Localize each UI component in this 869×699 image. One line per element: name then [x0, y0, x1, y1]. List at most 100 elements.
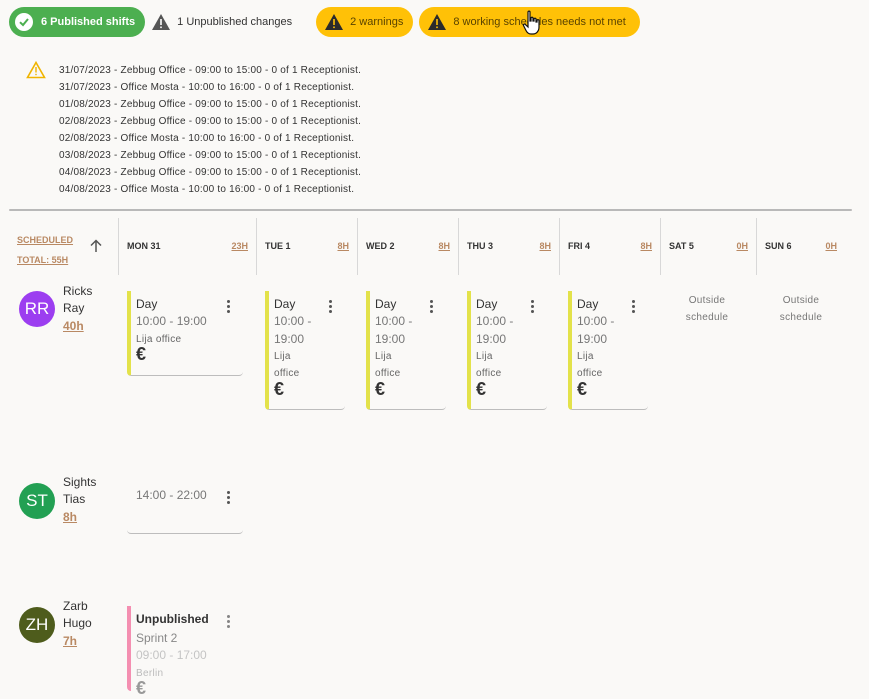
shift-time-start: 10:00 -	[274, 314, 312, 328]
shift-time-end: 19:00	[476, 332, 507, 346]
warning-item: 01/08/2023 - Zebbug Office - 09:00 to 15…	[59, 99, 362, 110]
shift-card[interactable]: Day 10:00 - 19:00 Lija office €	[366, 291, 446, 410]
published-shifts-label: 6 Published shifts	[41, 16, 136, 28]
day-label: WED 2	[366, 241, 395, 251]
more-vert-icon[interactable]	[227, 300, 231, 314]
shift-location: Lija	[375, 351, 392, 362]
day-header-sat[interactable]: SAT 5 0H	[660, 218, 756, 275]
warning-icon	[152, 14, 171, 30]
outside-schedule-sun: Outside schedule	[766, 292, 836, 326]
unpublished-status: Unpublished	[136, 612, 209, 626]
more-vert-icon[interactable]	[227, 491, 231, 505]
check-icon	[15, 13, 33, 31]
warnings-label: 2 warnings	[350, 16, 404, 28]
shift-card[interactable]: Day 10:00 - 19:00 Lija office €	[127, 291, 243, 376]
total-hours-link[interactable]: TOTAL: 55H	[17, 250, 73, 270]
status-bar: 6 Published shifts 1 Unpublished changes…	[9, 7, 646, 37]
day-hours[interactable]: 8H	[337, 241, 349, 251]
day-hours[interactable]: 8H	[539, 241, 551, 251]
day-header-wed[interactable]: WED 2 8H	[357, 218, 458, 275]
employee-name: Ricks Ray	[63, 284, 93, 315]
more-vert-icon[interactable]	[430, 300, 434, 314]
schedule-header: SCHEDULED TOTAL: 55H MON 31 23H TUE 1 8H…	[0, 218, 869, 276]
employee-name: Zarb Hugo	[63, 599, 92, 630]
shift-time-end: 19:00	[577, 332, 608, 346]
shift-time: 09:00 - 17:00	[136, 648, 207, 662]
shift-time-end: 19:00	[274, 332, 305, 346]
shift-time-start: 10:00 -	[476, 314, 514, 328]
shift-title: Day	[476, 297, 498, 311]
day-label: TUE 1	[265, 241, 291, 251]
unpublished-changes-label: 1 Unpublished changes	[177, 16, 293, 28]
day-header-sun[interactable]: SUN 6 0H	[756, 218, 845, 275]
currency-icon: €	[136, 678, 147, 698]
shift-card[interactable]: Day 10:00 - 19:00 Lija office €	[467, 291, 547, 410]
warning-item: 02/08/2023 - Zebbug Office - 09:00 to 15…	[59, 116, 362, 127]
day-hours[interactable]: 8H	[640, 241, 652, 251]
day-header-fri[interactable]: FRI 4 8H	[559, 218, 660, 275]
hand-cursor-icon	[522, 10, 540, 35]
shift-time-end: 19:00	[375, 332, 406, 346]
outside-label: schedule	[779, 312, 823, 323]
shift-title: Day	[577, 297, 599, 311]
day-header-thu[interactable]: THU 3 8H	[458, 218, 559, 275]
sort-arrow-up-icon[interactable]	[88, 238, 104, 254]
shift-location: Lija	[476, 351, 493, 362]
employee-hours[interactable]: 7h	[63, 634, 77, 648]
schedule-summary: SCHEDULED TOTAL: 55H	[17, 230, 73, 270]
more-vert-icon[interactable]	[531, 300, 535, 314]
currency-icon: €	[476, 379, 487, 399]
employee-hours[interactable]: 40h	[63, 319, 84, 333]
shift-time-start: 10:00 -	[577, 314, 615, 328]
scheduled-link[interactable]: SCHEDULED	[17, 230, 73, 250]
warnings-list: 31/07/2023 - Zebbug Office - 09:00 to 15…	[59, 62, 361, 198]
day-header-mon[interactable]: MON 31 23H	[118, 218, 256, 275]
shift-title: Day	[136, 297, 158, 311]
employee-name: Sights Tias	[63, 475, 97, 506]
currency-icon: €	[577, 379, 588, 399]
day-label: SUN 6	[765, 241, 792, 251]
shift-card-unpublished[interactable]: Unpublished Sprint 2 09:00 - 17:00 Berli…	[127, 606, 243, 698]
unpublished-changes-pill[interactable]: 1 Unpublished changes	[151, 7, 302, 37]
warning-item: 03/08/2023 - Zebbug Office - 09:00 to 15…	[59, 150, 362, 161]
shift-time: 10:00 - 19:00	[136, 314, 207, 328]
day-header-tue[interactable]: TUE 1 8H	[256, 218, 357, 275]
published-shifts-pill[interactable]: 6 Published shifts	[9, 7, 146, 37]
warnings-pill[interactable]: 2 warnings	[316, 7, 414, 37]
shift-card[interactable]: Day 10:00 - 19:00 Lija office €	[265, 291, 345, 410]
shift-location: Lija	[577, 351, 594, 362]
shift-location: Lija	[274, 351, 291, 362]
currency-icon: €	[136, 344, 147, 364]
warning-item: 31/07/2023 - Office Mosta - 10:00 to 16:…	[59, 82, 355, 93]
warning-icon	[428, 14, 447, 30]
warning-icon	[325, 14, 344, 30]
warning-item: 04/08/2023 - Zebbug Office - 09:00 to 15…	[59, 167, 362, 178]
shift-card[interactable]: Day 10:00 - 19:00 Lija office €	[568, 291, 648, 410]
currency-icon: €	[274, 379, 285, 399]
outside-schedule-sat: Outside schedule	[672, 292, 742, 326]
more-vert-icon[interactable]	[329, 300, 333, 314]
warning-icon	[26, 61, 46, 79]
day-hours[interactable]: 0H	[825, 241, 837, 251]
avatar: ST	[19, 483, 55, 519]
shift-time: 14:00 - 22:00	[136, 488, 207, 502]
outside-label: Outside	[688, 295, 726, 306]
warning-item: 04/08/2023 - Office Mosta - 10:00 to 16:…	[59, 184, 355, 195]
outside-label: schedule	[685, 312, 729, 323]
day-hours[interactable]: 0H	[736, 241, 748, 251]
outside-label: Outside	[782, 295, 820, 306]
shift-title: Day	[375, 297, 397, 311]
day-hours[interactable]: 23H	[231, 241, 248, 251]
day-label: THU 3	[467, 241, 494, 251]
day-hours[interactable]: 8H	[438, 241, 450, 251]
employee-hours[interactable]: 8h	[63, 510, 77, 524]
shift-card[interactable]: 14:00 - 22:00	[127, 482, 243, 534]
currency-icon: €	[375, 379, 386, 399]
warning-item: 02/08/2023 - Office Mosta - 10:00 to 16:…	[59, 133, 355, 144]
more-vert-icon[interactable]	[632, 300, 636, 314]
day-label: SAT 5	[669, 241, 694, 251]
warning-item: 31/07/2023 - Zebbug Office - 09:00 to 15…	[59, 65, 362, 76]
shift-title: Day	[274, 297, 296, 311]
avatar: ZH	[19, 607, 55, 643]
more-vert-icon[interactable]	[227, 615, 231, 629]
